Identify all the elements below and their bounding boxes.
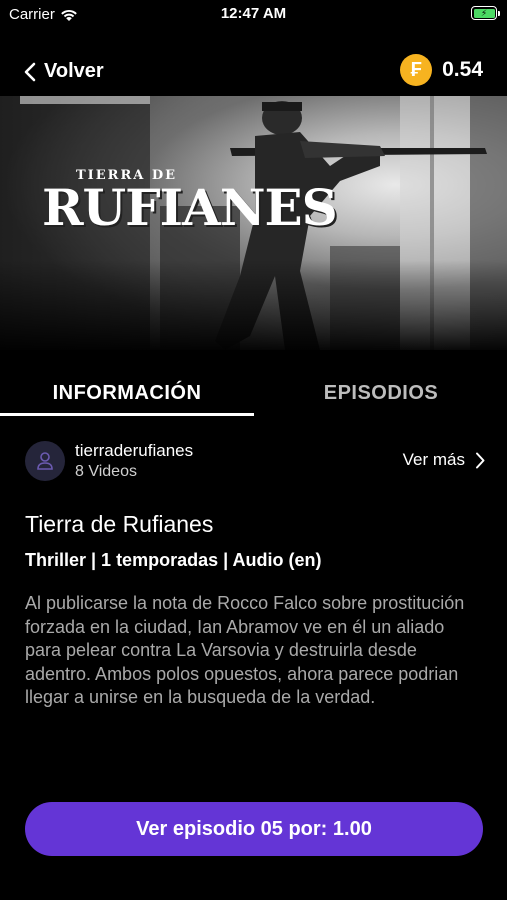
logo-title: RUFIANES xyxy=(42,178,338,237)
see-more-button[interactable]: Ver más xyxy=(403,450,485,470)
see-more-label: Ver más xyxy=(402,450,465,469)
status-time: 12:47 AM xyxy=(220,5,287,22)
status-bar: Carrier 12:47 AM ⚡ xyxy=(0,0,507,30)
video-count: 8 Videos xyxy=(75,463,137,480)
tab-bar: INFORMACIÓN EPISODIOS xyxy=(0,372,507,418)
tab-episodes[interactable]: EPISODIOS xyxy=(254,372,507,418)
show-meta: Thriller | 1 temporadas | Audio (en) xyxy=(25,550,322,570)
banner-gradient xyxy=(0,260,507,350)
show-banner: TIERRA DE RUFIANES xyxy=(0,96,507,350)
watch-episode-button[interactable]: Ver episodio 05 por: 1.00 xyxy=(25,802,483,856)
battery-icon: ⚡ xyxy=(471,6,500,20)
back-label: Volver xyxy=(44,60,104,82)
show-description: Al publicarse la nota de Rocco Falco sob… xyxy=(25,593,465,707)
coin-amount: 0.54 xyxy=(442,58,483,81)
coin-balance[interactable]: ₣ 0.54 xyxy=(400,54,483,86)
user-icon xyxy=(37,452,53,470)
tab-information[interactable]: INFORMACIÓN xyxy=(0,372,254,418)
channel-row: tierraderufianes 8 Videos Ver más xyxy=(25,440,485,482)
avatar[interactable] xyxy=(25,441,65,481)
show-logo: TIERRA DE RUFIANES xyxy=(42,168,338,237)
navigation-bar: Volver ₣ 0.54 xyxy=(0,50,507,95)
chevron-right-icon xyxy=(476,452,485,468)
back-button[interactable]: Volver xyxy=(24,60,104,83)
active-tab-indicator xyxy=(0,413,254,416)
charging-bolt-icon: ⚡ xyxy=(473,8,495,18)
show-title: Tierra de Rufianes xyxy=(25,511,214,537)
chevron-left-icon xyxy=(24,62,36,81)
coin-icon: ₣ xyxy=(400,54,433,86)
channel-name[interactable]: tierraderufianes xyxy=(75,441,193,461)
